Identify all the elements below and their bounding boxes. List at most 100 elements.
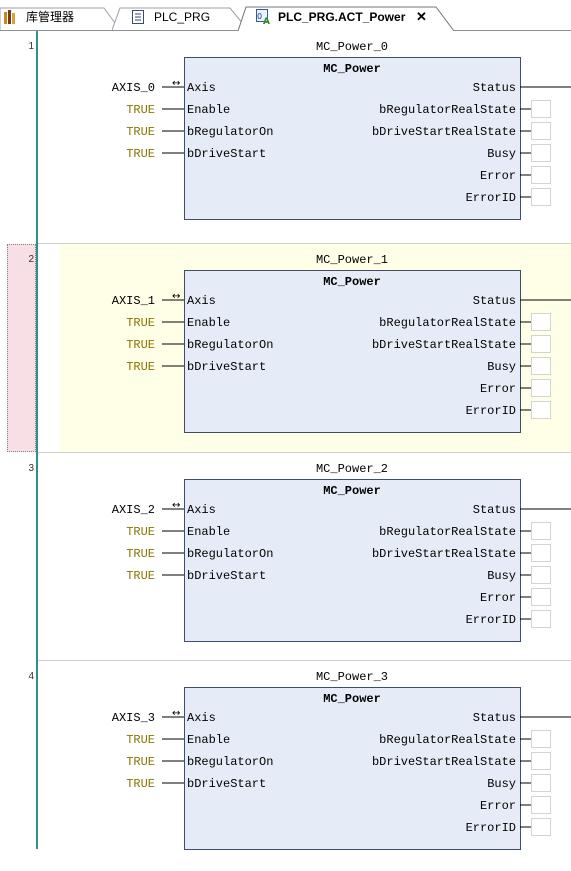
output-pin-label: Error bbox=[480, 169, 516, 183]
tab-library-manager[interactable]: 库管理器 bbox=[0, 6, 122, 30]
true-literal[interactable]: TRUE bbox=[126, 569, 155, 583]
output-pin-label: Status bbox=[473, 711, 516, 725]
fbd-network: MC_Power_1 MC_Power AXIS_1 Axis ↔ TRUE Enable T… bbox=[112, 253, 571, 433]
svg-text:A: A bbox=[263, 17, 270, 25]
true-literal[interactable]: TRUE bbox=[126, 733, 155, 747]
output-placeholder-box[interactable] bbox=[531, 313, 551, 331]
fbd-network: MC_Power_0 MC_Power AXIS_0 Axis ↔ TRUE Enable T… bbox=[112, 40, 571, 220]
output-placeholder-box[interactable] bbox=[531, 401, 551, 419]
output-placeholder-box[interactable] bbox=[531, 610, 551, 628]
output-pin-label: bRegulatorRealState bbox=[379, 103, 516, 117]
output-pin-label: Status bbox=[473, 294, 516, 308]
true-literal[interactable]: TRUE bbox=[126, 147, 155, 161]
input-pin-label: Enable bbox=[187, 103, 230, 117]
tab-label: 库管理器 bbox=[26, 10, 75, 24]
output-pin-label: ErrorID bbox=[466, 191, 516, 205]
output-pin-label: Status bbox=[473, 503, 516, 517]
true-literal[interactable]: TRUE bbox=[126, 525, 155, 539]
true-literal[interactable]: TRUE bbox=[126, 755, 155, 769]
input-pin-label: bDriveStart bbox=[187, 777, 266, 791]
output-pin-label: ErrorID bbox=[466, 613, 516, 627]
output-pin-label: bDriveStartRealState bbox=[372, 125, 516, 139]
axis-variable[interactable]: AXIS_3 bbox=[112, 711, 155, 725]
output-pin-label: Busy bbox=[487, 569, 516, 583]
true-literal[interactable]: TRUE bbox=[126, 103, 155, 117]
output-pin-label: bRegulatorRealState bbox=[379, 316, 516, 330]
output-pin-label: Status bbox=[473, 81, 516, 95]
output-placeholder-box[interactable] bbox=[531, 144, 551, 162]
input-pin-label: bRegulatorOn bbox=[187, 755, 273, 769]
fbd-network: MC_Power_3 MC_Power AXIS_3 Axis ↔ TRUE Enable T… bbox=[112, 670, 571, 850]
input-pin-label: Enable bbox=[187, 733, 230, 747]
output-placeholder-box[interactable] bbox=[531, 522, 551, 540]
output-placeholder-box[interactable] bbox=[531, 122, 551, 140]
output-placeholder-box[interactable] bbox=[531, 357, 551, 375]
output-placeholder-box[interactable] bbox=[531, 566, 551, 584]
output-placeholder-box[interactable] bbox=[531, 335, 551, 353]
output-pin-label: Busy bbox=[487, 147, 516, 161]
output-pin-label: Error bbox=[480, 799, 516, 813]
true-literal[interactable]: TRUE bbox=[126, 316, 155, 330]
input-pin-label: bRegulatorOn bbox=[187, 125, 273, 139]
true-literal[interactable]: TRUE bbox=[126, 338, 155, 352]
input-pin-label: Axis bbox=[187, 503, 216, 517]
output-placeholder-box[interactable] bbox=[531, 818, 551, 836]
instance-name[interactable]: MC_Power_0 bbox=[316, 40, 388, 54]
input-pin-label: Axis bbox=[187, 81, 216, 95]
action-icon: 0A bbox=[256, 9, 272, 25]
instance-name[interactable]: MC_Power_1 bbox=[316, 253, 388, 267]
instance-name[interactable]: MC_Power_3 bbox=[316, 670, 388, 684]
output-pin-label: Busy bbox=[487, 777, 516, 791]
input-pin-label: Enable bbox=[187, 525, 230, 539]
output-placeholder-box[interactable] bbox=[531, 774, 551, 792]
true-literal[interactable]: TRUE bbox=[126, 360, 155, 374]
input-pin-label: bDriveStart bbox=[187, 147, 266, 161]
output-pin-label: bRegulatorRealState bbox=[379, 525, 516, 539]
output-placeholder-box[interactable] bbox=[531, 730, 551, 748]
output-placeholder-box[interactable] bbox=[531, 100, 551, 118]
tab-plc-prg-act-power[interactable]: 0A PLC_PRG.ACT_Power ✕ bbox=[238, 6, 458, 31]
document-icon bbox=[132, 10, 144, 24]
output-placeholder-box[interactable] bbox=[531, 188, 551, 206]
output-pin-label: ErrorID bbox=[466, 404, 516, 418]
axis-variable[interactable]: AXIS_1 bbox=[112, 294, 155, 308]
block-type-label: MC_Power bbox=[323, 62, 381, 76]
close-icon[interactable]: ✕ bbox=[416, 6, 427, 28]
in-out-arrow-icon: ↔ bbox=[172, 78, 180, 89]
axis-variable[interactable]: AXIS_2 bbox=[112, 503, 155, 517]
in-out-arrow-icon: ↔ bbox=[172, 500, 180, 511]
input-pin-label: bRegulatorOn bbox=[187, 547, 273, 561]
output-pin-label: ErrorID bbox=[466, 821, 516, 835]
library-icon bbox=[4, 10, 16, 24]
input-pin-label: Axis bbox=[187, 711, 216, 725]
tab-plc-prg[interactable]: PLC_PRG bbox=[112, 6, 250, 30]
input-pin-label: bDriveStart bbox=[187, 569, 266, 583]
true-literal[interactable]: TRUE bbox=[126, 547, 155, 561]
tab-label: PLC_PRG.ACT_Power bbox=[278, 10, 406, 24]
output-placeholder-box[interactable] bbox=[531, 544, 551, 562]
block-type-label: MC_Power bbox=[323, 484, 381, 498]
fbd-network: MC_Power_2 MC_Power AXIS_2 Axis ↔ TRUE Enable T… bbox=[112, 462, 571, 642]
instance-name[interactable]: MC_Power_2 bbox=[316, 462, 388, 476]
output-pin-label: bDriveStartRealState bbox=[372, 547, 516, 561]
output-pin-label: Busy bbox=[487, 360, 516, 374]
in-out-arrow-icon: ↔ bbox=[172, 708, 180, 719]
output-placeholder-box[interactable] bbox=[531, 166, 551, 184]
output-placeholder-box[interactable] bbox=[531, 379, 551, 397]
block-type-label: MC_Power bbox=[323, 692, 381, 706]
input-pin-label: Axis bbox=[187, 294, 216, 308]
output-placeholder-box[interactable] bbox=[531, 588, 551, 606]
true-literal[interactable]: TRUE bbox=[126, 125, 155, 139]
svg-text:0: 0 bbox=[257, 12, 262, 21]
axis-variable[interactable]: AXIS_0 bbox=[112, 81, 155, 95]
output-placeholder-box[interactable] bbox=[531, 752, 551, 770]
output-pin-label: Error bbox=[480, 382, 516, 396]
true-literal[interactable]: TRUE bbox=[126, 777, 155, 791]
output-pin-label: bDriveStartRealState bbox=[372, 755, 516, 769]
input-pin-label: bDriveStart bbox=[187, 360, 266, 374]
output-placeholder-box[interactable] bbox=[531, 796, 551, 814]
output-pin-label: Error bbox=[480, 591, 516, 605]
output-pin-label: bRegulatorRealState bbox=[379, 733, 516, 747]
input-pin-label: bRegulatorOn bbox=[187, 338, 273, 352]
tab-label: PLC_PRG bbox=[154, 10, 211, 24]
